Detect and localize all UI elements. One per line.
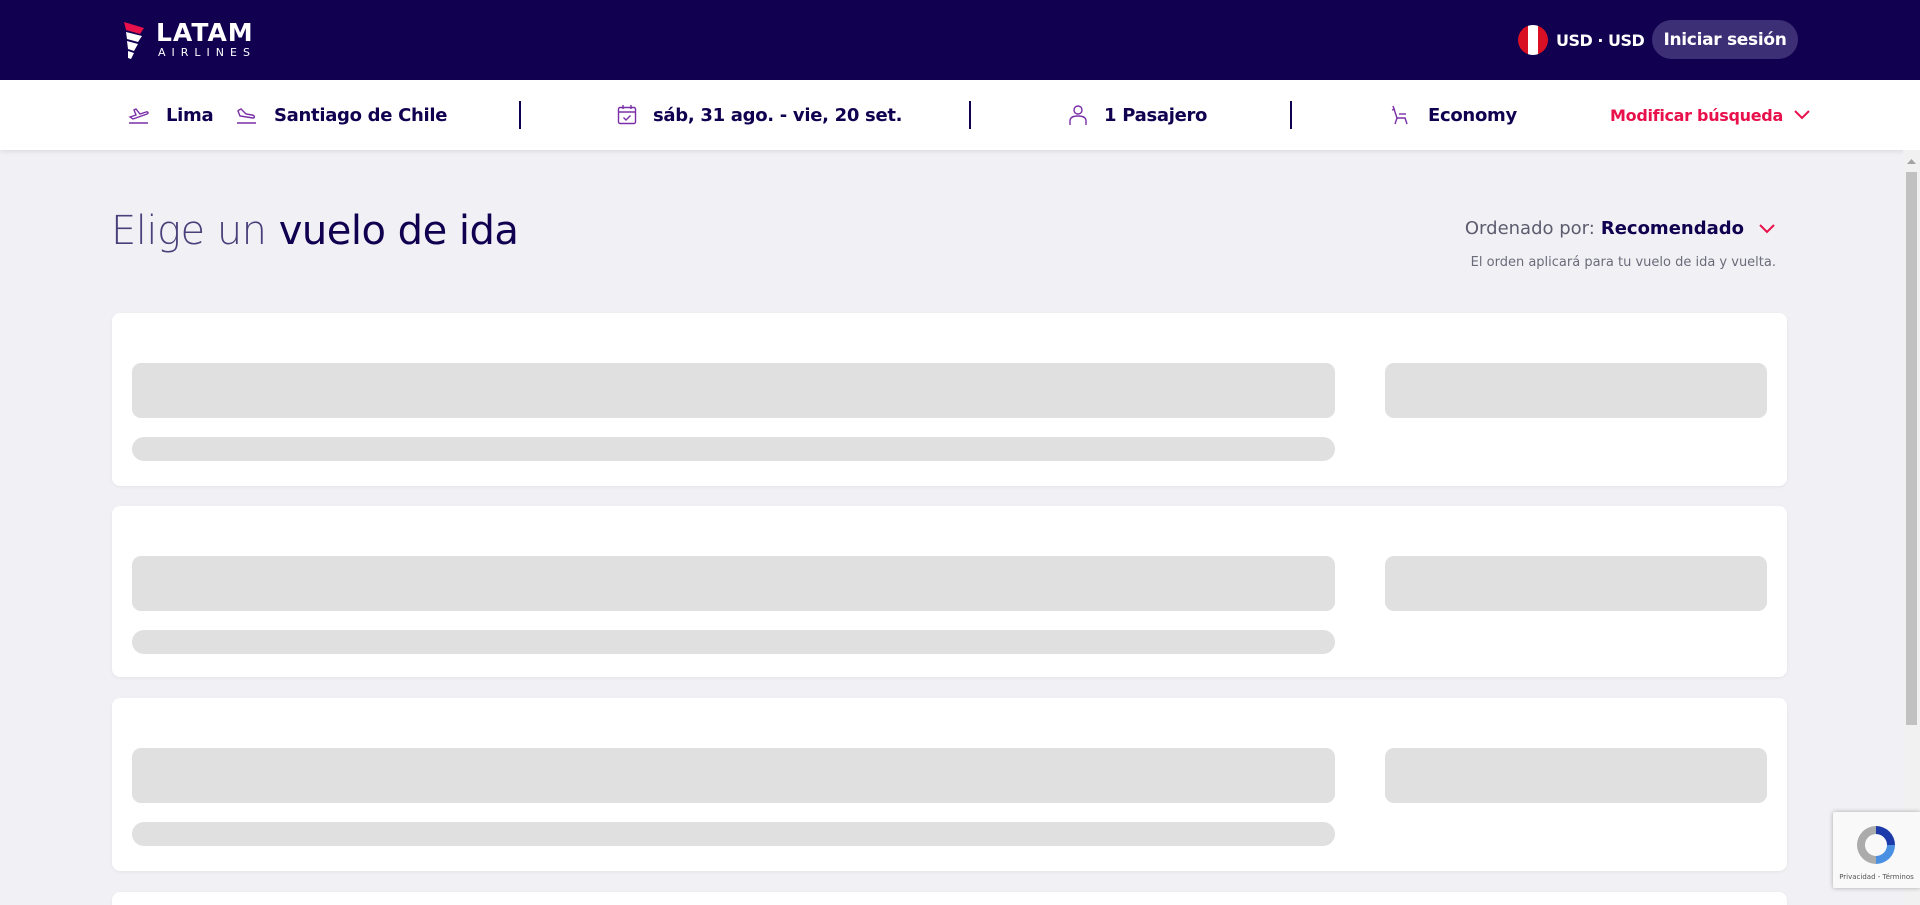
flight-card-skeleton — [112, 892, 1787, 905]
sort-value: Recomendado — [1600, 218, 1744, 239]
scroll-up-arrow-icon[interactable] — [1903, 156, 1920, 166]
passengers-field[interactable]: 1 Pasajero — [1068, 80, 1207, 150]
cabin-field[interactable]: Economy — [1390, 80, 1517, 150]
chevron-down-icon — [1759, 223, 1775, 233]
currency-selector[interactable]: USD · USD — [1518, 24, 1645, 56]
scrollbar[interactable] — [1903, 150, 1920, 905]
modify-search-button[interactable]: Modificar búsqueda — [1610, 80, 1811, 150]
scrollbar-thumb[interactable] — [1906, 172, 1917, 725]
origin-field[interactable]: Lima — [128, 80, 214, 150]
calendar-icon — [617, 105, 637, 125]
peru-flag-icon — [1518, 25, 1548, 55]
page-title-prefix: Elige un — [111, 208, 267, 254]
currency-label: USD · USD — [1556, 30, 1645, 50]
flight-card-skeleton — [112, 506, 1787, 677]
divider — [969, 101, 971, 129]
destination-field[interactable]: Santiago de Chile — [236, 80, 448, 150]
skeleton-bar — [132, 822, 1335, 846]
modify-search-label: Modificar búsqueda — [1610, 105, 1783, 125]
divider — [1290, 101, 1292, 129]
recaptcha-links[interactable]: Privacidad - Términos — [1833, 873, 1920, 881]
chevron-down-icon — [1794, 110, 1810, 120]
destination-label: Santiago de Chile — [274, 104, 448, 126]
search-summary-bar: Lima Santiago de Chile sáb, 31 ago. - vi… — [0, 80, 1920, 150]
passengers-label: 1 Pasajero — [1104, 104, 1208, 126]
dates-label: sáb, 31 ago. - vie, 20 set. — [653, 104, 903, 126]
seat-icon — [1391, 105, 1408, 125]
sort-dropdown[interactable]: Ordenado por: Recomendado — [1465, 218, 1776, 239]
flight-card-skeleton — [112, 698, 1787, 871]
divider — [519, 101, 521, 129]
dates-field[interactable]: sáb, 31 ago. - vie, 20 set. — [617, 80, 903, 150]
latam-logo-mark-icon — [124, 22, 144, 59]
logo-text-sub: AIRLINES — [158, 46, 256, 59]
page-title-main: vuelo de ida — [278, 208, 519, 254]
top-header: LATAM AIRLINES USD · USD Iniciar sesión — [0, 0, 1920, 80]
recaptcha-badge[interactable]: Privacidad - Términos — [1833, 812, 1920, 888]
login-button[interactable]: Iniciar sesión — [1652, 20, 1798, 59]
sort-prefix: Ordenado por: — [1464, 218, 1595, 239]
sort-note: El orden aplicará para tu vuelo de ida y… — [1470, 255, 1776, 270]
takeoff-icon — [128, 108, 149, 124]
logo-text-main: LATAM — [156, 18, 254, 47]
cabin-label: Economy — [1428, 104, 1517, 126]
skeleton-bar — [1385, 748, 1767, 803]
person-icon — [1069, 105, 1087, 125]
origin-label: Lima — [166, 104, 214, 126]
skeleton-bar — [1385, 363, 1767, 418]
skeleton-bar — [132, 630, 1335, 654]
latam-logo[interactable]: LATAM AIRLINES — [122, 18, 262, 62]
landing-icon — [237, 108, 256, 124]
skeleton-bar — [1385, 556, 1767, 611]
skeleton-bar — [132, 437, 1335, 461]
skeleton-bar — [132, 748, 1335, 803]
skeleton-bar — [132, 363, 1335, 418]
flight-card-skeleton — [112, 313, 1787, 486]
recaptcha-icon — [1857, 826, 1895, 864]
page-title: Elige un vuelo de ida — [111, 208, 519, 254]
skeleton-bar — [132, 556, 1335, 611]
